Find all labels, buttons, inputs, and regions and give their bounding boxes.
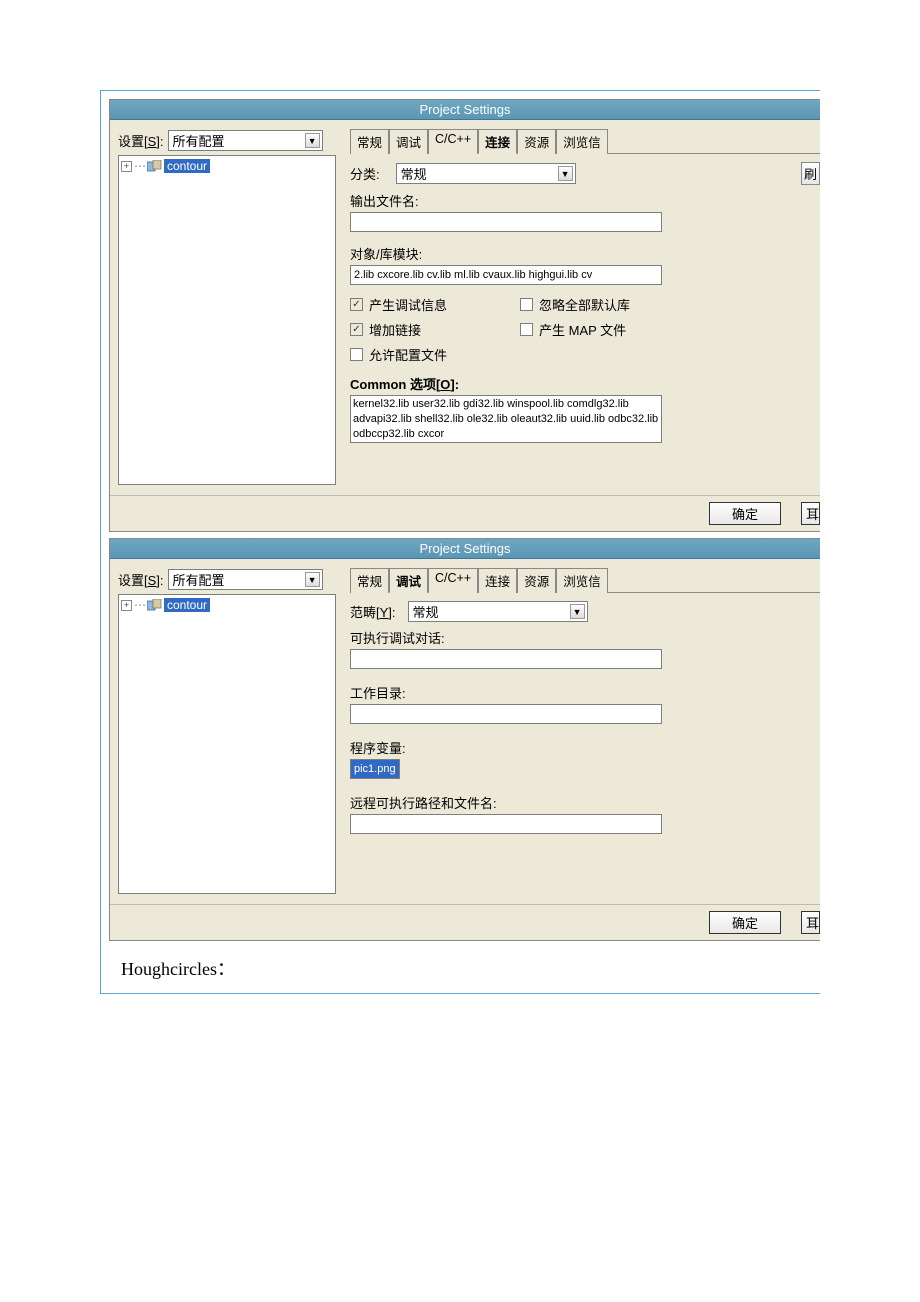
category-dropdown[interactable]: 常规 ▼	[396, 163, 576, 184]
common-options-label: Common 选项[O]:	[350, 374, 820, 393]
project-icon	[147, 599, 162, 612]
category-label: 分类:	[350, 164, 380, 183]
tab-browse[interactable]: 浏览信	[556, 129, 608, 154]
modules-input[interactable]: 2.lib cxcore.lib cv.lib ml.lib cvaux.lib…	[350, 265, 662, 285]
ok-button[interactable]: 确定	[709, 911, 781, 934]
chevron-down-icon: ▼	[558, 166, 573, 181]
tab-debug[interactable]: 调试	[389, 129, 428, 154]
cancel-button[interactable]: 耳	[801, 911, 820, 934]
tab-debug[interactable]: 调试	[389, 568, 428, 593]
tab-resources[interactable]: 资源	[517, 568, 556, 593]
dialog-title: Project Settings	[110, 539, 820, 559]
tree-item-label: contour	[164, 598, 210, 612]
chk-profile[interactable]: 允许配置文件	[350, 345, 520, 364]
modules-label: 对象/库模块:	[350, 244, 820, 263]
tab-cpp[interactable]: C/C++	[428, 129, 478, 154]
checkbox-icon	[520, 323, 533, 336]
expand-icon[interactable]: +	[121, 600, 132, 611]
tab-resources[interactable]: 资源	[517, 129, 556, 154]
ok-button[interactable]: 确定	[709, 502, 781, 525]
tab-link[interactable]: 连接	[478, 129, 517, 154]
output-input[interactable]	[350, 212, 662, 232]
checkbox-icon	[520, 298, 533, 311]
chk-debug-info[interactable]: ✓产生调试信息	[350, 295, 520, 314]
checkbox-icon: ✓	[350, 298, 363, 311]
project-tree[interactable]: + ⋯ contour	[118, 594, 336, 894]
chk-map-file[interactable]: 产生 MAP 文件	[520, 320, 690, 339]
remote-input[interactable]	[350, 814, 662, 834]
project-settings-dialog-link: Project Settings 设置[S]: 所有配置 ▼ + ⋯	[109, 99, 820, 532]
expand-icon[interactable]: +	[121, 161, 132, 172]
project-tree[interactable]: + ⋯ contour	[118, 155, 336, 485]
tab-general[interactable]: 常规	[350, 568, 389, 593]
args-label: 程序变量:	[350, 738, 820, 757]
remote-label: 远程可执行路径和文件名:	[350, 793, 820, 812]
tab-general[interactable]: 常规	[350, 129, 389, 154]
cancel-button[interactable]: 耳	[801, 502, 820, 525]
category-label: 范畴[Y]:	[350, 602, 396, 621]
settings-dropdown[interactable]: 所有配置 ▼	[168, 569, 323, 590]
caption-text: Houghcircles：	[121, 955, 820, 981]
workdir-label: 工作目录:	[350, 683, 820, 702]
project-icon	[147, 160, 162, 173]
category-dropdown[interactable]: 常规 ▼	[408, 601, 588, 622]
checkbox-icon: ✓	[350, 323, 363, 336]
tree-item[interactable]: + ⋯ contour	[121, 597, 333, 613]
args-input[interactable]: pic1.png	[350, 759, 400, 779]
tab-link[interactable]: 连接	[478, 568, 517, 593]
settings-label: 设置[S]:	[118, 131, 164, 150]
common-options-input[interactable]: kernel32.lib user32.lib gdi32.lib winspo…	[350, 395, 662, 443]
tree-item[interactable]: + ⋯ contour	[121, 158, 333, 174]
dialog-title: Project Settings	[110, 100, 820, 120]
chevron-down-icon: ▼	[305, 133, 320, 148]
project-settings-dialog-debug: WWW.bdocx.COM Project Settings 设置[S]: 所有…	[109, 538, 820, 941]
exe-input[interactable]	[350, 649, 662, 669]
chk-incremental[interactable]: ✓增加链接	[350, 320, 520, 339]
tab-bar: 常规 调试 C/C++ 连接 资源 浏览信	[350, 128, 820, 154]
chevron-down-icon: ▼	[570, 604, 585, 619]
tab-browse[interactable]: 浏览信	[556, 568, 608, 593]
tree-item-label: contour	[164, 159, 210, 173]
output-label: 输出文件名:	[350, 191, 820, 210]
tab-cpp[interactable]: C/C++	[428, 568, 478, 593]
chevron-down-icon: ▼	[305, 572, 320, 587]
exe-label: 可执行调试对话:	[350, 628, 820, 647]
chk-ignore-libs[interactable]: 忽略全部默认库	[520, 295, 690, 314]
workdir-input[interactable]	[350, 704, 662, 724]
refresh-button[interactable]: 刷	[801, 162, 820, 185]
tab-bar: 常规 调试 C/C++ 连接 资源 浏览信	[350, 567, 820, 593]
settings-label: 设置[S]:	[118, 570, 164, 589]
settings-dropdown[interactable]: 所有配置 ▼	[168, 130, 323, 151]
checkbox-icon	[350, 348, 363, 361]
